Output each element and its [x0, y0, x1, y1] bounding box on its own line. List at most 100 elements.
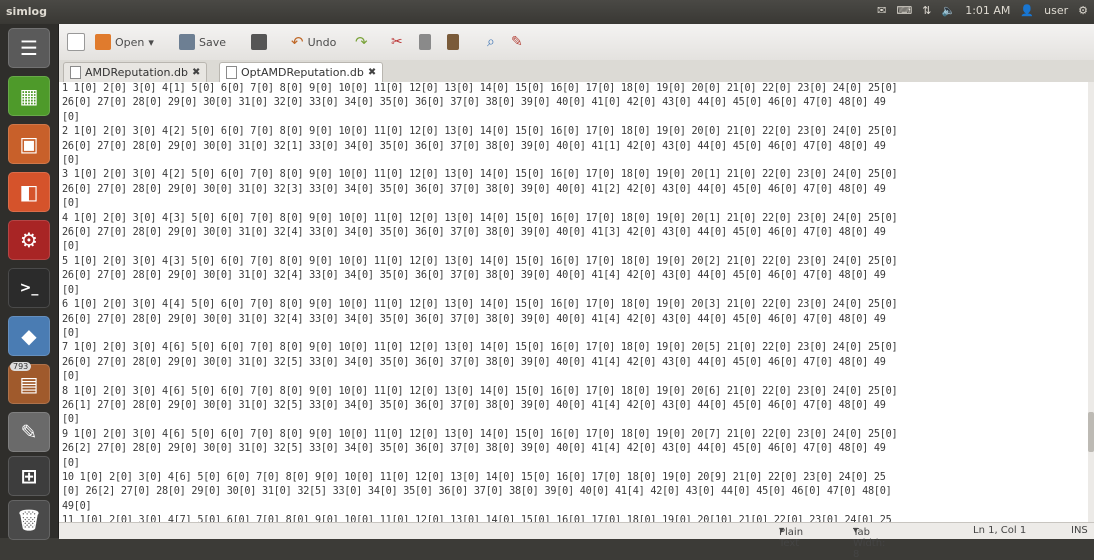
text-line[interactable]: 8 1[0] 2[0] 3[0] 4[6] 5[0] 6[0] 7[0] 8[0… — [59, 385, 1088, 399]
folder-icon — [95, 34, 111, 50]
tab-optamdreputation[interactable]: OptAMDReputation.db ✖ — [219, 62, 384, 82]
launcher-workspaces[interactable]: ⊞ — [8, 456, 50, 496]
print-button[interactable] — [251, 30, 267, 54]
clock[interactable]: 1:01 AM — [965, 4, 1010, 17]
text-line[interactable]: 26[0] 27[0] 28[0] 29[0] 30[0] 31[0] 32[5… — [59, 356, 1088, 370]
close-icon[interactable]: ✖ — [368, 67, 376, 78]
replace-icon: ✎ — [511, 34, 523, 50]
text-line[interactable]: [0] — [59, 154, 1088, 168]
save-label: Save — [199, 35, 227, 49]
tab-width-selector[interactable]: Tab Width: 8 ▾ — [853, 525, 885, 560]
text-line[interactable]: 26[0] 27[0] 28[0] 29[0] 30[0] 31[0] 32[3… — [59, 183, 1088, 197]
undo-icon: ↶ — [291, 33, 304, 51]
python-icon: ◆ — [21, 324, 37, 348]
launcher-updates[interactable]: 793 ▤ — [8, 362, 50, 404]
keyboard-icon[interactable]: ⌨ — [896, 4, 912, 17]
text-line[interactable]: 49[0] — [59, 500, 1088, 514]
text-editor-area[interactable]: 1 1[0] 2[0] 3[0] 4[1] 5[0] 6[0] 7[0] 8[0… — [59, 82, 1088, 522]
text-line[interactable]: 4 1[0] 2[0] 3[0] 4[3] 5[0] 6[0] 7[0] 8[0… — [59, 212, 1088, 226]
vertical-scrollbar[interactable] — [1088, 82, 1094, 522]
user-name[interactable]: user — [1044, 4, 1068, 17]
toolbar: Open ▾ Save ↶ Undo ↷ ✂ ⌕ ✎ — [59, 24, 1094, 61]
redo-icon: ↷ — [355, 33, 368, 51]
search-button[interactable]: ⌕ — [487, 30, 495, 54]
text-line[interactable]: [0] — [59, 111, 1088, 125]
close-icon[interactable]: ✖ — [192, 67, 200, 78]
text-line[interactable]: 26[0] 27[0] 28[0] 29[0] 30[0] 31[0] 32[4… — [59, 269, 1088, 283]
launcher-gedit[interactable]: ☰ — [8, 28, 50, 68]
text-line[interactable]: 26[0] 27[0] 28[0] 29[0] 30[0] 31[0] 32[0… — [59, 96, 1088, 110]
text-line[interactable]: 11 1[0] 2[0] 3[0] 4[7] 5[0] 6[0] 7[0] 8[… — [59, 514, 1088, 522]
trash-icon: 🗑 — [16, 508, 42, 532]
document-tabs: AMDReputation.db ✖ OptAMDReputation.db ✖ — [59, 60, 1094, 83]
text-line[interactable]: 2 1[0] 2[0] 3[0] 4[2] 5[0] 6[0] 7[0] 8[0… — [59, 125, 1088, 139]
cut-icon: ✂ — [391, 34, 403, 50]
chevron-down-icon[interactable]: ▾ — [148, 36, 154, 49]
presentation-icon: ▣ — [19, 132, 39, 156]
text-line[interactable]: 7 1[0] 2[0] 3[0] 4[6] 5[0] 6[0] 7[0] 8[0… — [59, 341, 1088, 355]
copy-icon — [419, 34, 431, 50]
workspaces-icon: ⊞ — [20, 464, 38, 488]
text-line[interactable]: [0] — [59, 370, 1088, 384]
text-line[interactable]: 26[0] 27[0] 28[0] 29[0] 30[0] 31[0] 32[4… — [59, 226, 1088, 240]
language-label: Plain Text — [779, 527, 804, 549]
editor-window: Open ▾ Save ↶ Undo ↷ ✂ ⌕ ✎ AMDReputation… — [59, 24, 1094, 560]
paste-icon — [447, 34, 459, 50]
text-line[interactable]: [0] 26[2] 27[0] 28[0] 29[0] 30[0] 31[0] … — [59, 485, 1088, 499]
text-line[interactable]: 6 1[0] 2[0] 3[0] 4[4] 5[0] 6[0] 7[0] 8[0… — [59, 298, 1088, 312]
launcher-settings[interactable]: ⚙ — [8, 220, 50, 260]
launcher-software-center[interactable]: ◧ — [8, 172, 50, 212]
undo-button[interactable]: ↶ Undo — [291, 30, 336, 54]
launcher-trash[interactable]: 🗑 — [8, 500, 50, 540]
tab-label: OptAMDReputation.db — [241, 66, 364, 79]
pencil-icon: ✎ — [20, 420, 38, 444]
text-line[interactable]: 26[1] 27[0] 28[0] 29[0] 30[0] 31[0] 32[5… — [59, 399, 1088, 413]
text-line[interactable]: 26[0] 27[0] 28[0] 29[0] 30[0] 31[0] 32[4… — [59, 313, 1088, 327]
scrollbar-thumb[interactable] — [1088, 412, 1094, 452]
print-icon — [251, 34, 267, 50]
save-icon — [179, 34, 195, 50]
shopping-bag-icon: ◧ — [19, 180, 39, 204]
tab-amdreputation[interactable]: AMDReputation.db ✖ — [63, 62, 208, 82]
paste-button[interactable] — [447, 30, 459, 54]
language-selector[interactable]: Plain Text ▾ — [779, 525, 803, 549]
document-icon — [70, 66, 81, 79]
insert-mode: INS — [1071, 525, 1088, 536]
open-button[interactable]: Open ▾ — [95, 30, 154, 54]
status-bar: Plain Text ▾ Tab Width: 8 ▾ Ln 1, Col 1 … — [59, 522, 1094, 560]
save-button[interactable]: Save — [179, 30, 226, 54]
search-icon: ⌕ — [487, 34, 495, 50]
tab-width-label: Tab Width: 8 — [853, 527, 886, 560]
text-line[interactable]: [0] — [59, 284, 1088, 298]
cut-button[interactable]: ✂ — [391, 30, 403, 54]
launcher-terminal[interactable]: >_ — [8, 268, 50, 308]
document-icon: ☰ — [20, 36, 38, 60]
text-line[interactable]: 26[0] 27[0] 28[0] 29[0] 30[0] 31[0] 32[1… — [59, 140, 1088, 154]
launcher-python[interactable]: ◆ — [8, 316, 50, 356]
replace-button[interactable]: ✎ — [511, 30, 523, 54]
network-icon[interactable]: ⇅ — [922, 4, 931, 17]
launcher-editor[interactable]: ✎ — [8, 412, 50, 452]
text-line[interactable]: 1 1[0] 2[0] 3[0] 4[1] 5[0] 6[0] 7[0] 8[0… — [59, 82, 1088, 96]
new-button[interactable] — [67, 30, 85, 54]
launcher-impress[interactable]: ▣ — [8, 124, 50, 164]
mail-icon[interactable]: ✉ — [877, 4, 886, 17]
text-line[interactable]: 5 1[0] 2[0] 3[0] 4[3] 5[0] 6[0] 7[0] 8[0… — [59, 255, 1088, 269]
text-line[interactable]: [0] — [59, 413, 1088, 427]
gear-icon[interactable]: ⚙ — [1078, 4, 1088, 17]
user-icon[interactable]: 👤 — [1020, 4, 1034, 17]
redo-button[interactable]: ↷ — [355, 30, 368, 54]
text-line[interactable]: [0] — [59, 457, 1088, 471]
launcher: ☰ ▦ ▣ ◧ ⚙ >_ ◆ 793 ▤ ✎ ⊞ 🗑 — [0, 24, 59, 540]
launcher-calc[interactable]: ▦ — [8, 76, 50, 116]
text-line[interactable]: 26[2] 27[0] 28[0] 29[0] 30[0] 31[0] 32[5… — [59, 442, 1088, 456]
text-line[interactable]: [0] — [59, 197, 1088, 211]
text-line[interactable]: [0] — [59, 327, 1088, 341]
text-line[interactable]: 3 1[0] 2[0] 3[0] 4[2] 5[0] 6[0] 7[0] 8[0… — [59, 168, 1088, 182]
volume-icon[interactable]: 🔈 — [942, 4, 956, 17]
copy-button[interactable] — [419, 30, 431, 54]
text-line[interactable]: 9 1[0] 2[0] 3[0] 4[6] 5[0] 6[0] 7[0] 8[0… — [59, 428, 1088, 442]
text-line[interactable]: 10 1[0] 2[0] 3[0] 4[6] 5[0] 6[0] 7[0] 8[… — [59, 471, 1088, 485]
package-icon: ▤ — [19, 372, 39, 396]
text-line[interactable]: [0] — [59, 240, 1088, 254]
